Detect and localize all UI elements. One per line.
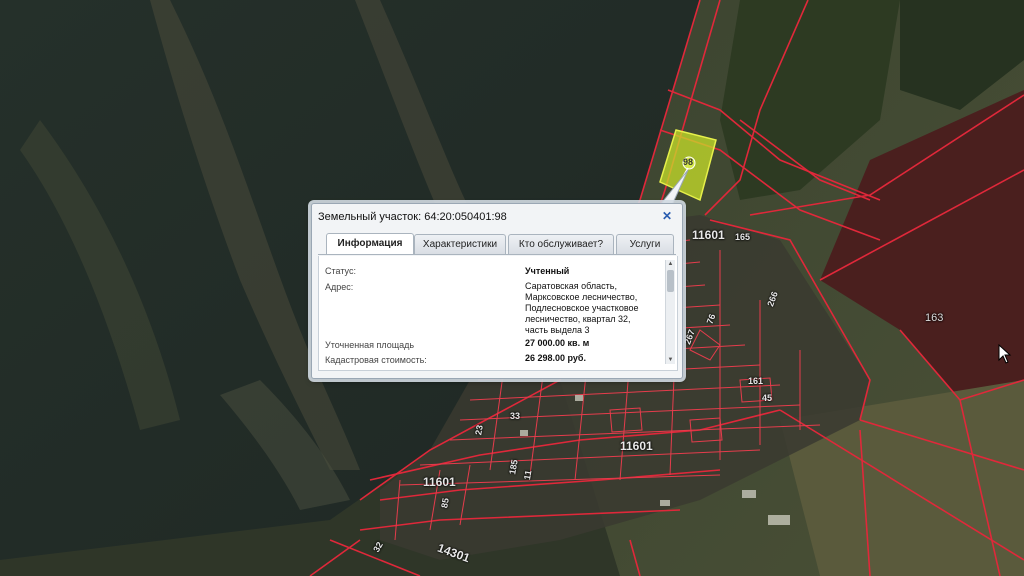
tab-characteristics[interactable]: Характеристики (414, 234, 506, 254)
parcel-info-popup: Земельный участок: 64:20:050401:98 ✕ Инф… (311, 203, 683, 379)
info-panel: Статус: Учтенный Адрес: Саратовская обла… (318, 256, 678, 371)
tab-information[interactable]: Информация (326, 233, 414, 254)
scrollbar[interactable]: ▲ ▼ (665, 260, 675, 364)
selected-parcel-label: 98 (683, 157, 694, 167)
parcel-label: 165 (735, 232, 751, 242)
cadastral-value-label: Кадастровая стоимость: (325, 355, 427, 365)
parcel-label: 163 (925, 312, 944, 324)
tab-services[interactable]: Услуги (616, 234, 674, 254)
tab-who-serves[interactable]: Кто обслуживает? (508, 234, 614, 254)
scroll-up-arrow-icon[interactable]: ▲ (666, 260, 675, 268)
status-label: Статус: (325, 266, 356, 276)
area-label: Уточненная площадь (325, 340, 415, 350)
popup-tabs: Информация Характеристики Кто обслуживае… (318, 232, 676, 255)
scroll-down-arrow-icon[interactable]: ▼ (666, 356, 675, 364)
cadastral-value: 26 298.00 руб. (525, 353, 586, 363)
parcel-label: 11 (522, 469, 534, 481)
address-value: Саратовская область, Марксовское лесниче… (525, 281, 639, 335)
parcel-label: 33 (510, 411, 521, 421)
address-label: Адрес: (325, 282, 354, 292)
parcel-label: 85 (439, 497, 451, 509)
mouse-cursor-icon (998, 344, 1012, 364)
status-value: Учтенный (525, 266, 570, 276)
area-value: 27 000.00 кв. м (525, 338, 590, 348)
scroll-thumb[interactable] (667, 270, 674, 292)
parcel-label: 23 (473, 424, 485, 436)
quarter-label: 11601 (620, 439, 653, 453)
quarter-label: 11601 (692, 228, 725, 242)
parcel-label: 161 (748, 376, 764, 386)
popup-title: Земельный участок: 64:20:050401:98 (318, 211, 507, 223)
close-icon[interactable]: ✕ (660, 209, 674, 223)
quarter-label: 11601 (423, 475, 456, 489)
parcel-label: 45 (762, 393, 773, 403)
